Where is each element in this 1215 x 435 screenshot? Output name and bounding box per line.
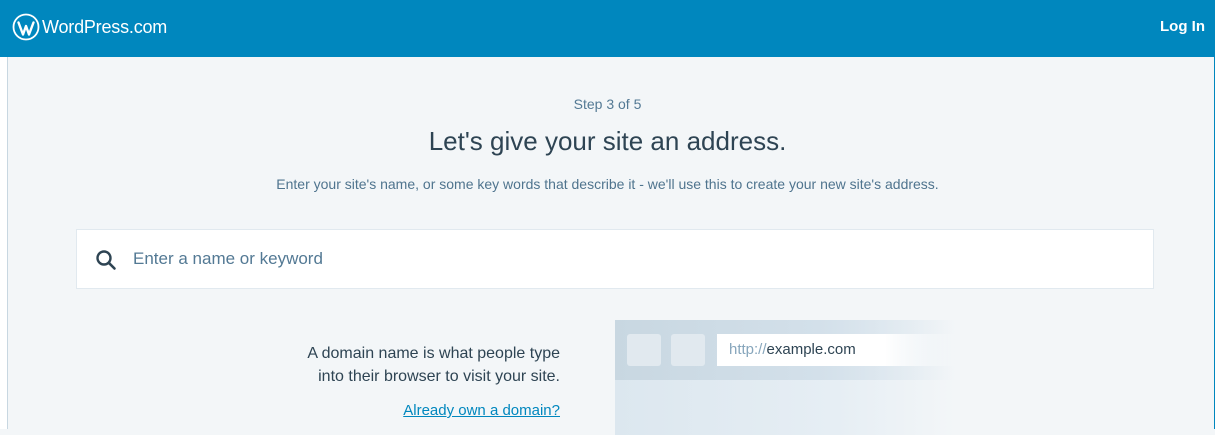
window-edge-left bbox=[0, 0, 8, 429]
brand-logo[interactable]: WordPress.com bbox=[12, 13, 167, 41]
wordpress-logo-icon bbox=[12, 13, 40, 41]
browser-toolbar: http://example.com bbox=[615, 320, 957, 380]
url-protocol: http:// bbox=[729, 341, 767, 358]
browser-button-forward bbox=[671, 334, 705, 366]
search-input[interactable] bbox=[133, 231, 1133, 287]
page-title: Let's give your site an address. bbox=[428, 126, 787, 156]
domain-explanation: A domain name is what people type into t… bbox=[230, 342, 560, 388]
step-indicator: Step 3 of 5 bbox=[573, 96, 642, 112]
browser-address-bar: http://example.com bbox=[717, 334, 957, 366]
browser-illustration: http://example.com bbox=[615, 320, 957, 435]
url-domain: example.com bbox=[766, 341, 856, 358]
already-own-domain-link[interactable]: Already own a domain? bbox=[230, 402, 560, 419]
domain-explanation-line-1: A domain name is what people type bbox=[307, 345, 560, 362]
masterbar: WordPress.com Log In bbox=[0, 0, 1215, 57]
browser-url: http://example.com bbox=[729, 341, 856, 358]
brand-name: WordPress.com bbox=[42, 16, 168, 37]
domain-explanation-line-2: into their browser to visit your site. bbox=[318, 368, 560, 385]
login-link[interactable]: Log In bbox=[1160, 18, 1205, 35]
page-subtitle: Enter your site's name, or some key word… bbox=[276, 176, 939, 192]
search-box[interactable] bbox=[76, 229, 1154, 289]
search-icon bbox=[96, 250, 116, 270]
browser-button-back bbox=[627, 334, 661, 366]
